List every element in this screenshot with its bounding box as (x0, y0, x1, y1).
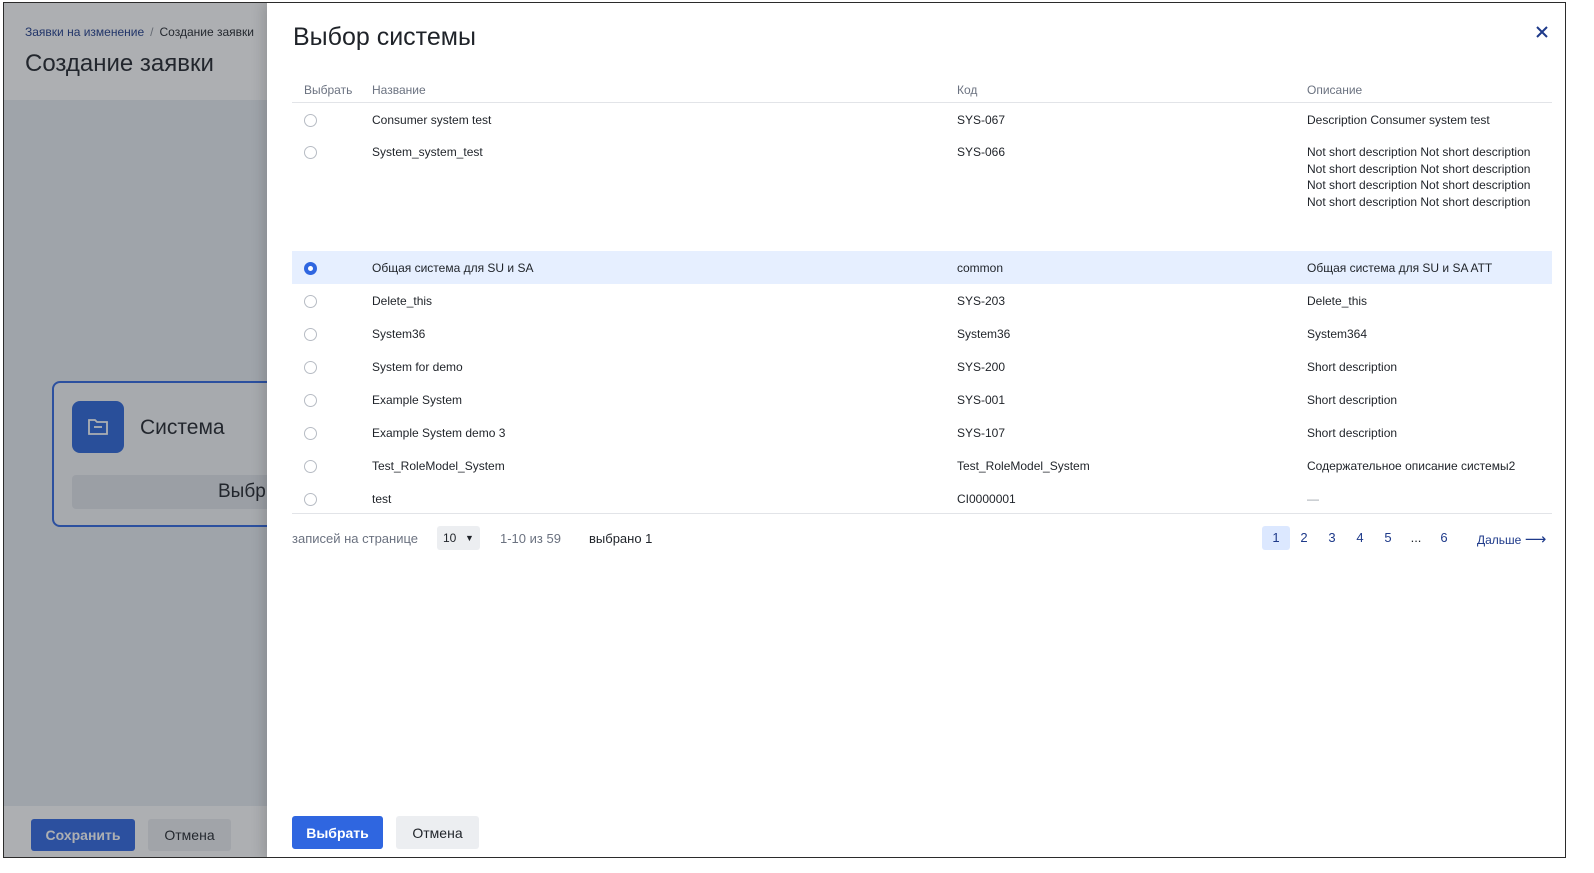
column-header-name: Название (372, 83, 426, 97)
row-name: Test_RoleModel_System (372, 459, 505, 473)
selected-count: выбрано 1 (589, 531, 653, 546)
page-button-6[interactable]: 6 (1430, 526, 1458, 550)
systems-table: Выбрать Название Код Описание Consumer s… (292, 75, 1552, 515)
next-page-link[interactable]: Дальше ⟶ (1477, 530, 1546, 548)
row-radio-checked[interactable] (304, 262, 317, 275)
pagination: записей на странице 10 ▼ 1-10 из 59 выбр… (292, 526, 1552, 552)
select-button[interactable]: Выбрать (292, 816, 383, 849)
page-button-1[interactable]: 1 (1262, 526, 1290, 550)
table-row[interactable]: Delete_this SYS-203 Delete_this (292, 284, 1552, 317)
table-row[interactable]: Example System SYS-001 Short description (292, 383, 1552, 416)
row-name: Delete_this (372, 294, 433, 308)
drawer-title: Выбор системы (293, 23, 476, 51)
per-page-value: 10 (443, 531, 457, 545)
row-radio[interactable] (304, 460, 317, 473)
row-radio[interactable] (304, 146, 317, 159)
row-name: Consumer system test (372, 113, 492, 127)
row-description: Short description (1307, 393, 1398, 407)
row-description: Description Consumer system test (1307, 113, 1490, 127)
row-code: SYS-001 (957, 393, 1006, 407)
table-row[interactable]: test CI0000001 — (292, 482, 1552, 515)
row-code: SYS-200 (957, 360, 1006, 374)
app-window: Заявки на изменение / Создание заявки Созд… (3, 2, 1566, 858)
row-name: test (372, 492, 392, 506)
row-name: System for demo (372, 360, 463, 374)
row-description: Содержательное описание системы2 (1307, 459, 1516, 473)
table-row-selected[interactable]: Общая система для SU и SA common Общая с… (292, 251, 1552, 284)
row-radio[interactable] (304, 114, 317, 127)
column-header-description: Описание (1307, 83, 1363, 97)
row-code: SYS-066 (957, 145, 1006, 159)
table-row[interactable]: Example System demo 3 SYS-107 Short desc… (292, 416, 1552, 449)
system-select-drawer: Выбор системы Выбрать Название Код Описа… (267, 3, 1565, 857)
row-code: SYS-107 (957, 426, 1006, 440)
page-ellipsis: ... (1410, 530, 1422, 545)
row-code: SYS-203 (957, 294, 1006, 308)
page-button-4[interactable]: 4 (1346, 526, 1374, 550)
page-button-2[interactable]: 2 (1290, 526, 1318, 550)
arrow-right-icon: ⟶ (1524, 531, 1547, 548)
row-radio[interactable] (304, 361, 317, 374)
per-page-label: записей на странице (292, 531, 419, 546)
row-description: Not short description Not short descript… (1307, 145, 1531, 209)
page-button-5[interactable]: 5 (1374, 526, 1402, 550)
row-description: Delete_this (1307, 294, 1368, 308)
row-description-empty: — (1307, 492, 1319, 506)
table-row[interactable]: Test_RoleModel_System Test_RoleModel_Sys… (292, 449, 1552, 482)
row-code: SYS-067 (957, 113, 1006, 127)
column-header-code: Код (957, 83, 978, 97)
row-description: System364 (1307, 327, 1368, 341)
drawer-cancel-button[interactable]: Отмена (396, 816, 479, 849)
row-name: Example System (372, 393, 463, 407)
row-name: System_system_test (372, 145, 483, 159)
row-description: Общая система для SU и SA ATT (1307, 261, 1493, 275)
row-radio[interactable] (304, 295, 317, 308)
per-page-select[interactable]: 10 ▼ (437, 526, 480, 550)
row-code: System36 (957, 327, 1011, 341)
table-divider (292, 513, 1552, 514)
row-code: common (957, 261, 1004, 275)
column-header-select: Выбрать (304, 83, 353, 97)
next-page-label: Дальше (1477, 533, 1522, 547)
row-description: Short description (1307, 426, 1398, 440)
page-button-3[interactable]: 3 (1318, 526, 1346, 550)
table-row[interactable]: System for demo SYS-200 Short descriptio… (292, 350, 1552, 383)
row-name: System36 (372, 327, 426, 341)
row-radio[interactable] (304, 493, 317, 506)
row-name: Общая система для SU и SA (372, 261, 534, 275)
chevron-down-icon: ▼ (465, 533, 474, 543)
table-header: Выбрать Название Код Описание (292, 75, 1552, 103)
page-list: 1 2 3 4 5 ... 6 (1262, 526, 1458, 550)
records-range: 1-10 из 59 (500, 531, 561, 546)
row-code: CI0000001 (957, 492, 1016, 506)
table-row[interactable]: System_system_test SYS-066 Not short des… (292, 135, 1552, 251)
row-description: Short description (1307, 360, 1398, 374)
row-name: Example System demo 3 (372, 426, 506, 440)
row-radio[interactable] (304, 394, 317, 407)
close-icon[interactable] (1531, 21, 1553, 43)
table-row[interactable]: System36 System36 System364 (292, 317, 1552, 350)
row-radio[interactable] (304, 427, 317, 440)
table-row[interactable]: Consumer system test SYS-067 Description… (292, 103, 1552, 135)
row-radio[interactable] (304, 328, 317, 341)
row-code: Test_RoleModel_System (957, 459, 1090, 473)
